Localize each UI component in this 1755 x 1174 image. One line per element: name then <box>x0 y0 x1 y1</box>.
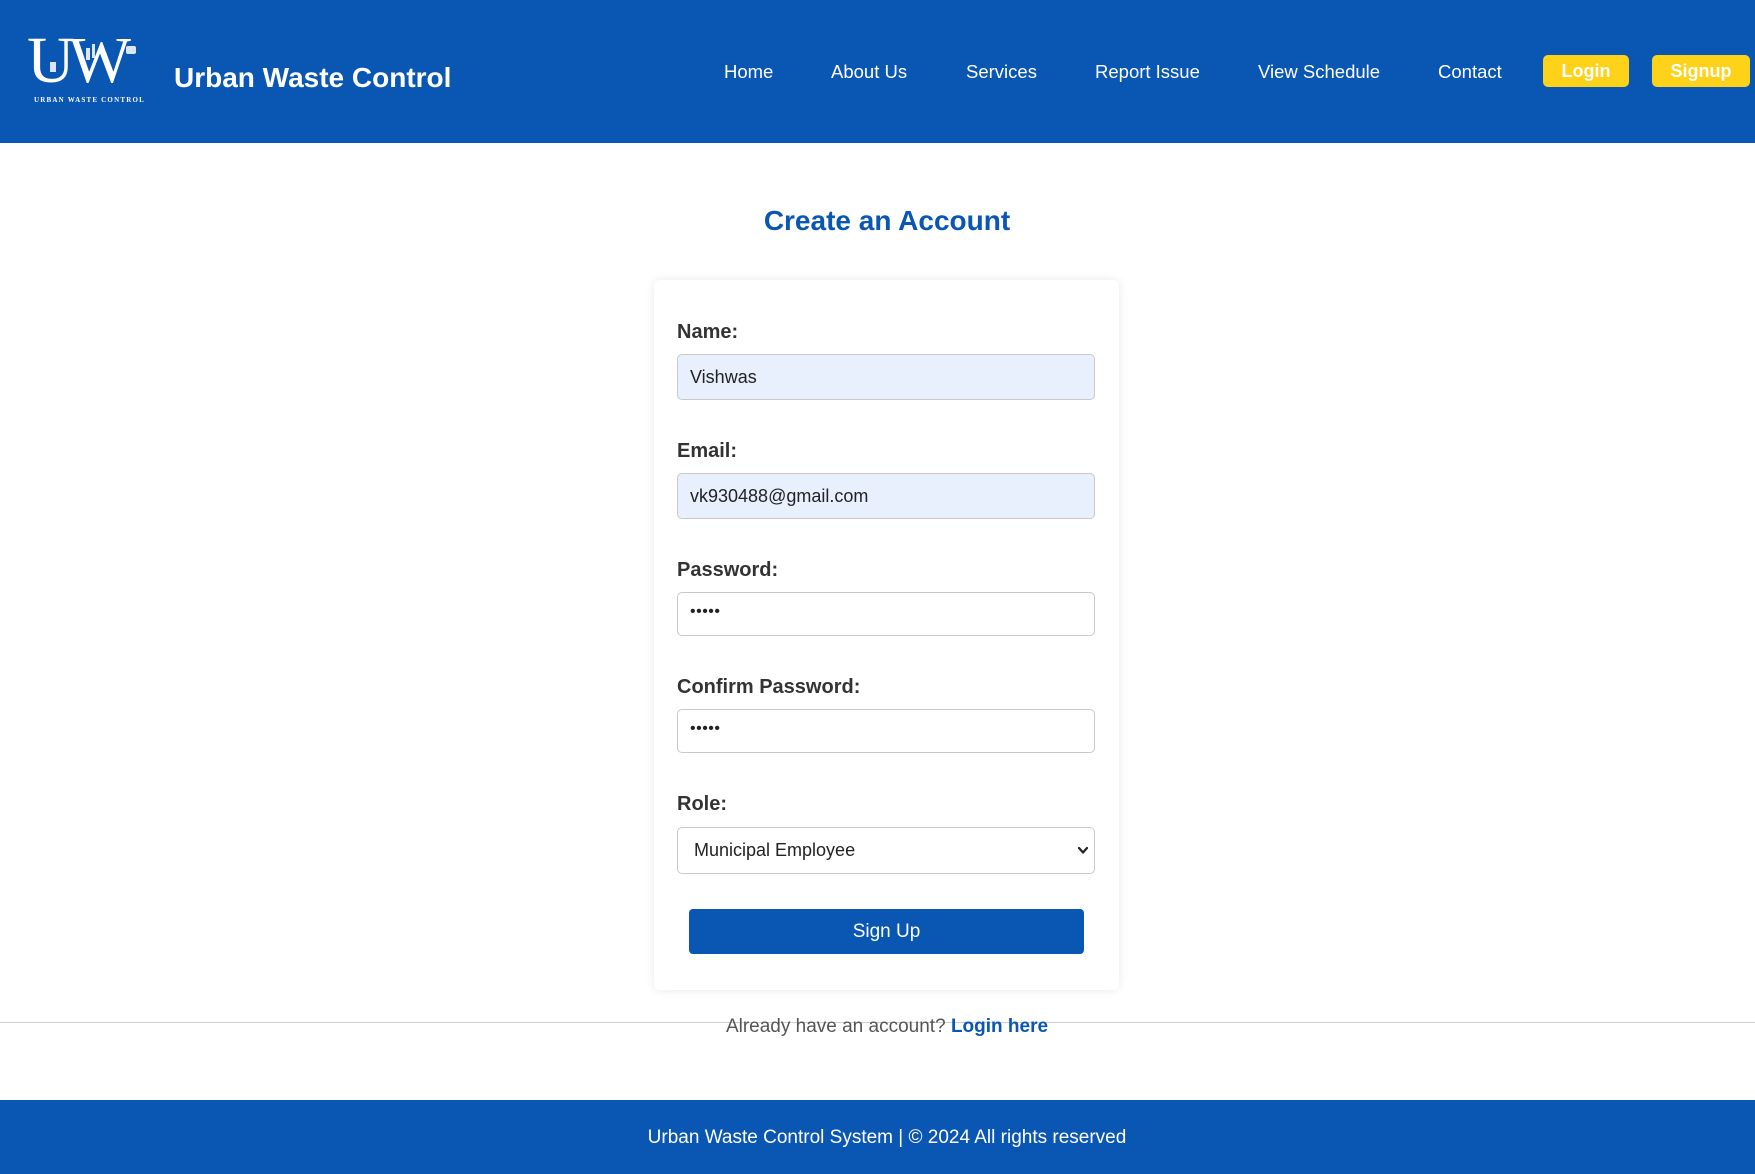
chevron-down-icon <box>1077 846 1089 854</box>
password-field-value: ••••• <box>690 603 721 620</box>
name-field[interactable]: Vishwas <box>677 354 1095 400</box>
nav-view-schedule[interactable]: View Schedule <box>1258 60 1380 84</box>
confirm-password-label: Confirm Password: <box>677 676 861 698</box>
sign-up-button[interactable]: Sign Up <box>689 909 1084 954</box>
logo-subtitle: URBAN WASTE CONTROL <box>34 96 145 104</box>
nav-home[interactable]: Home <box>724 60 773 84</box>
password-field[interactable]: ••••• <box>677 592 1095 636</box>
nav-services[interactable]: Services <box>966 60 1037 84</box>
role-select[interactable]: Municipal Employee <box>677 827 1095 874</box>
confirm-password-field-value: ••••• <box>690 720 721 737</box>
email-label: Email: <box>677 440 738 462</box>
nav-contact[interactable]: Contact <box>1438 60 1502 84</box>
site-header: UW URBAN WASTE CONTROL Urban Waste Contr… <box>0 0 1755 143</box>
role-label: Role: <box>677 793 727 815</box>
login-here-link[interactable]: Login here <box>951 1016 1048 1037</box>
nav-about-us[interactable]: About Us <box>831 60 907 84</box>
signup-button[interactable]: Signup <box>1652 55 1750 87</box>
role-select-value: Municipal Employee <box>694 840 856 860</box>
email-field[interactable]: vk930488@gmail.com <box>677 473 1095 519</box>
login-button[interactable]: Login <box>1543 55 1629 87</box>
uw-logo-icon[interactable]: UW URBAN WASTE CONTROL <box>24 26 154 108</box>
password-label: Password: <box>677 559 779 581</box>
logo-city-icon <box>50 44 136 72</box>
login-prompt: Already have an account? Login here <box>0 1015 1755 1039</box>
login-prompt-text: Already have an account? <box>725 1016 946 1037</box>
brand-title: Urban Waste Control <box>174 62 452 93</box>
email-field-value: vk930488@gmail.com <box>690 485 869 506</box>
footer-text: Urban Waste Control System | © 2024 All … <box>647 1127 1127 1148</box>
name-field-value: Vishwas <box>690 366 757 387</box>
page-title: Create an Account <box>763 205 1011 236</box>
nav-report-issue[interactable]: Report Issue <box>1095 60 1200 84</box>
confirm-password-field[interactable]: ••••• <box>677 709 1095 753</box>
name-label: Name: <box>677 321 739 343</box>
